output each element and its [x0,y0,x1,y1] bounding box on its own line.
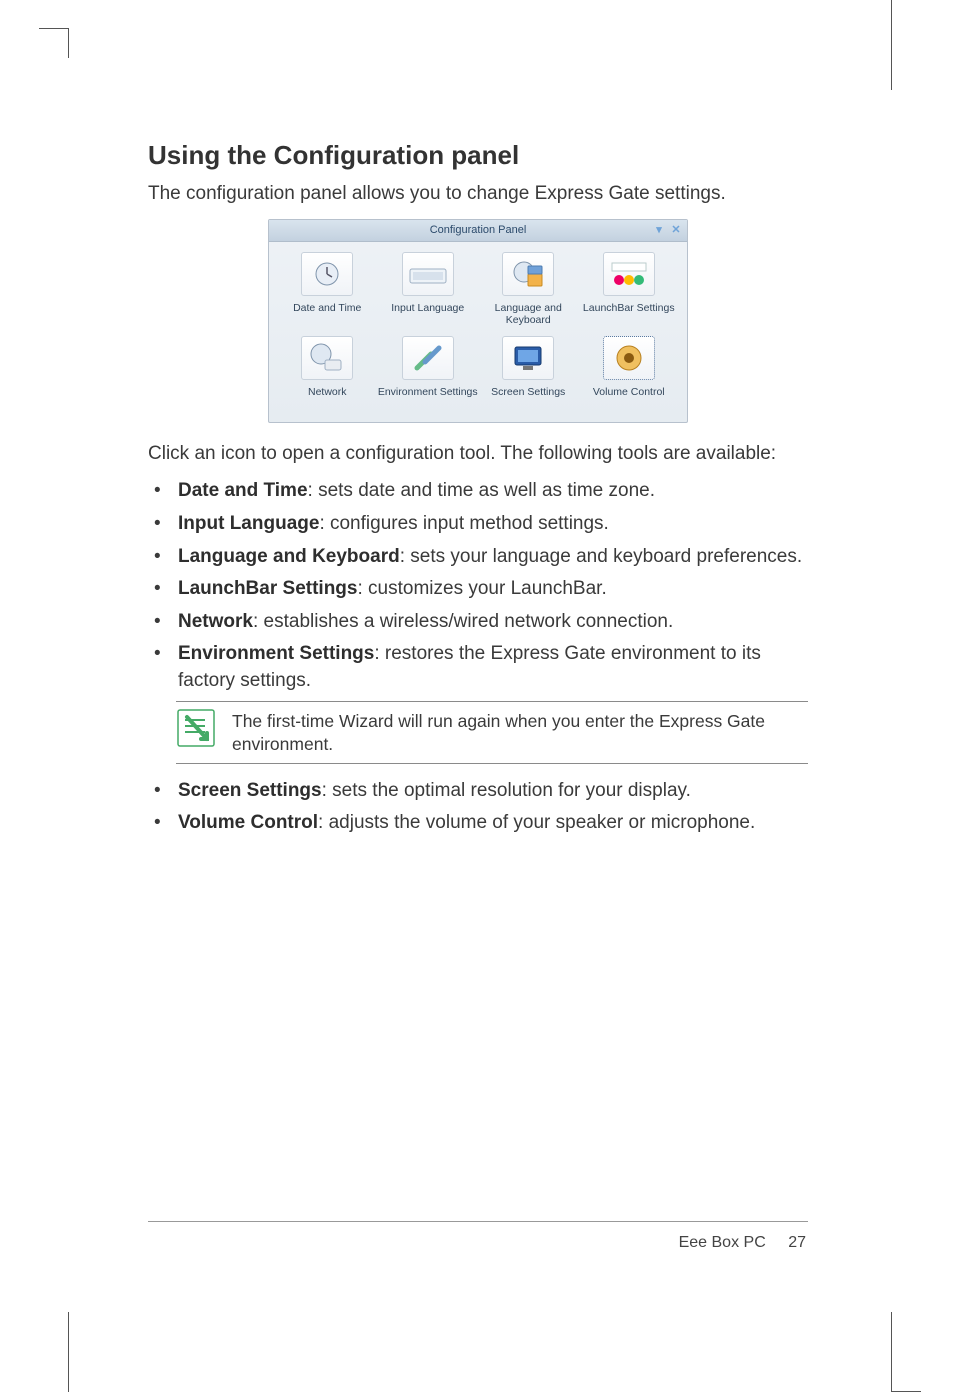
config-panel-grid: Date and Time Input Language Language and … [269,242,687,422]
crop-mark [891,0,892,90]
config-item[interactable]: Language and Keyboard [478,252,579,326]
crop-mark [891,1312,892,1392]
config-item-label: Environment Settings [378,386,478,410]
list-item: Input Language: configures input method … [148,511,808,538]
list-item: LaunchBar Settings: customizes your Laun… [148,576,808,603]
footer-page-number: 27 [788,1234,806,1251]
config-item[interactable]: LaunchBar Settings [579,252,680,326]
config-panel-title: Configuration Panel [430,224,527,236]
crop-mark [68,28,98,58]
config-item[interactable]: Input Language [378,252,479,326]
footer-product: Eee Box PC [679,1234,766,1251]
list-item-term: Date and Time [178,480,308,501]
list-item: Screen Settings: sets the optimal resolu… [148,778,808,805]
list-item-term: Language and Keyboard [178,546,400,567]
list-item-term: Volume Control [178,812,318,833]
section-heading: Using the Configuration panel [148,140,808,171]
bullet-list-2: Screen Settings: sets the optimal resolu… [148,778,808,837]
config-item-label: Language and Keyboard [478,302,579,326]
config-item-label: Screen Settings [491,386,565,410]
bullet-list-1: Date and Time: sets date and time as wel… [148,478,808,694]
config-item-label: Volume Control [593,386,665,410]
config-item[interactable]: Screen Settings [478,336,579,410]
page-content: Using the Configuration panel The config… [148,140,808,843]
crop-mark [68,1312,69,1392]
list-item-desc: : sets the optimal resolution for your d… [322,780,691,801]
config-panel-figure: Configuration Panel ▾ ✕ Date and Time Inp… [148,219,808,423]
window-controls: ▾ ✕ [652,223,683,237]
list-item-term: Network [178,611,253,632]
note-icon [176,708,216,748]
config-item[interactable]: Volume Control [579,336,680,410]
keyboard-icon [402,252,454,296]
after-panel-paragraph: Click an icon to open a configuration to… [148,441,808,467]
list-item-desc: : establishes a wireless/wired network c… [253,611,673,632]
config-panel-titlebar: Configuration Panel ▾ ✕ [269,220,687,242]
list-item: Date and Time: sets date and time as wel… [148,478,808,505]
config-item[interactable]: Date and Time [277,252,378,326]
config-item-label: Network [308,386,347,410]
intro-paragraph: The configuration panel allows you to ch… [148,181,808,207]
minimize-icon[interactable]: ▾ [652,223,666,237]
globe-kb-icon [502,252,554,296]
config-item-label: Input Language [391,302,464,326]
list-item: Environment Settings: restores the Expre… [148,641,808,694]
config-item-label: LaunchBar Settings [583,302,675,326]
list-item-desc: : customizes your LaunchBar. [357,578,606,599]
config-panel-window: Configuration Panel ▾ ✕ Date and Time Inp… [268,219,688,423]
launchbar-icon [603,252,655,296]
list-item: Network: establishes a wireless/wired ne… [148,609,808,636]
config-item[interactable]: Network [277,336,378,410]
config-item[interactable]: Environment Settings [378,336,479,410]
list-item-desc: : configures input method settings. [319,513,608,534]
list-item-term: Environment Settings [178,643,374,664]
tools-icon [402,336,454,380]
list-item-desc: : sets date and time as well as time zon… [308,480,655,501]
page-footer: Eee Box PC 27 [679,1234,806,1252]
list-item-term: Screen Settings [178,780,322,801]
network-icon [301,336,353,380]
speaker-icon [603,336,655,380]
list-item-term: LaunchBar Settings [178,578,357,599]
footer-rule [148,1221,808,1222]
note-block: The first-time Wizard will run again whe… [176,701,808,764]
config-item-label: Date and Time [293,302,361,326]
monitor-icon [502,336,554,380]
list-item: Volume Control: adjusts the volume of yo… [148,810,808,837]
list-item-desc: : sets your language and keyboard prefer… [400,546,802,567]
list-item-desc: : adjusts the volume of your speaker or … [318,812,755,833]
clock-icon [301,252,353,296]
list-item-term: Input Language [178,513,319,534]
list-item: Language and Keyboard: sets your languag… [148,544,808,571]
close-icon[interactable]: ✕ [669,223,683,237]
note-text: The first-time Wizard will run again whe… [232,708,808,757]
